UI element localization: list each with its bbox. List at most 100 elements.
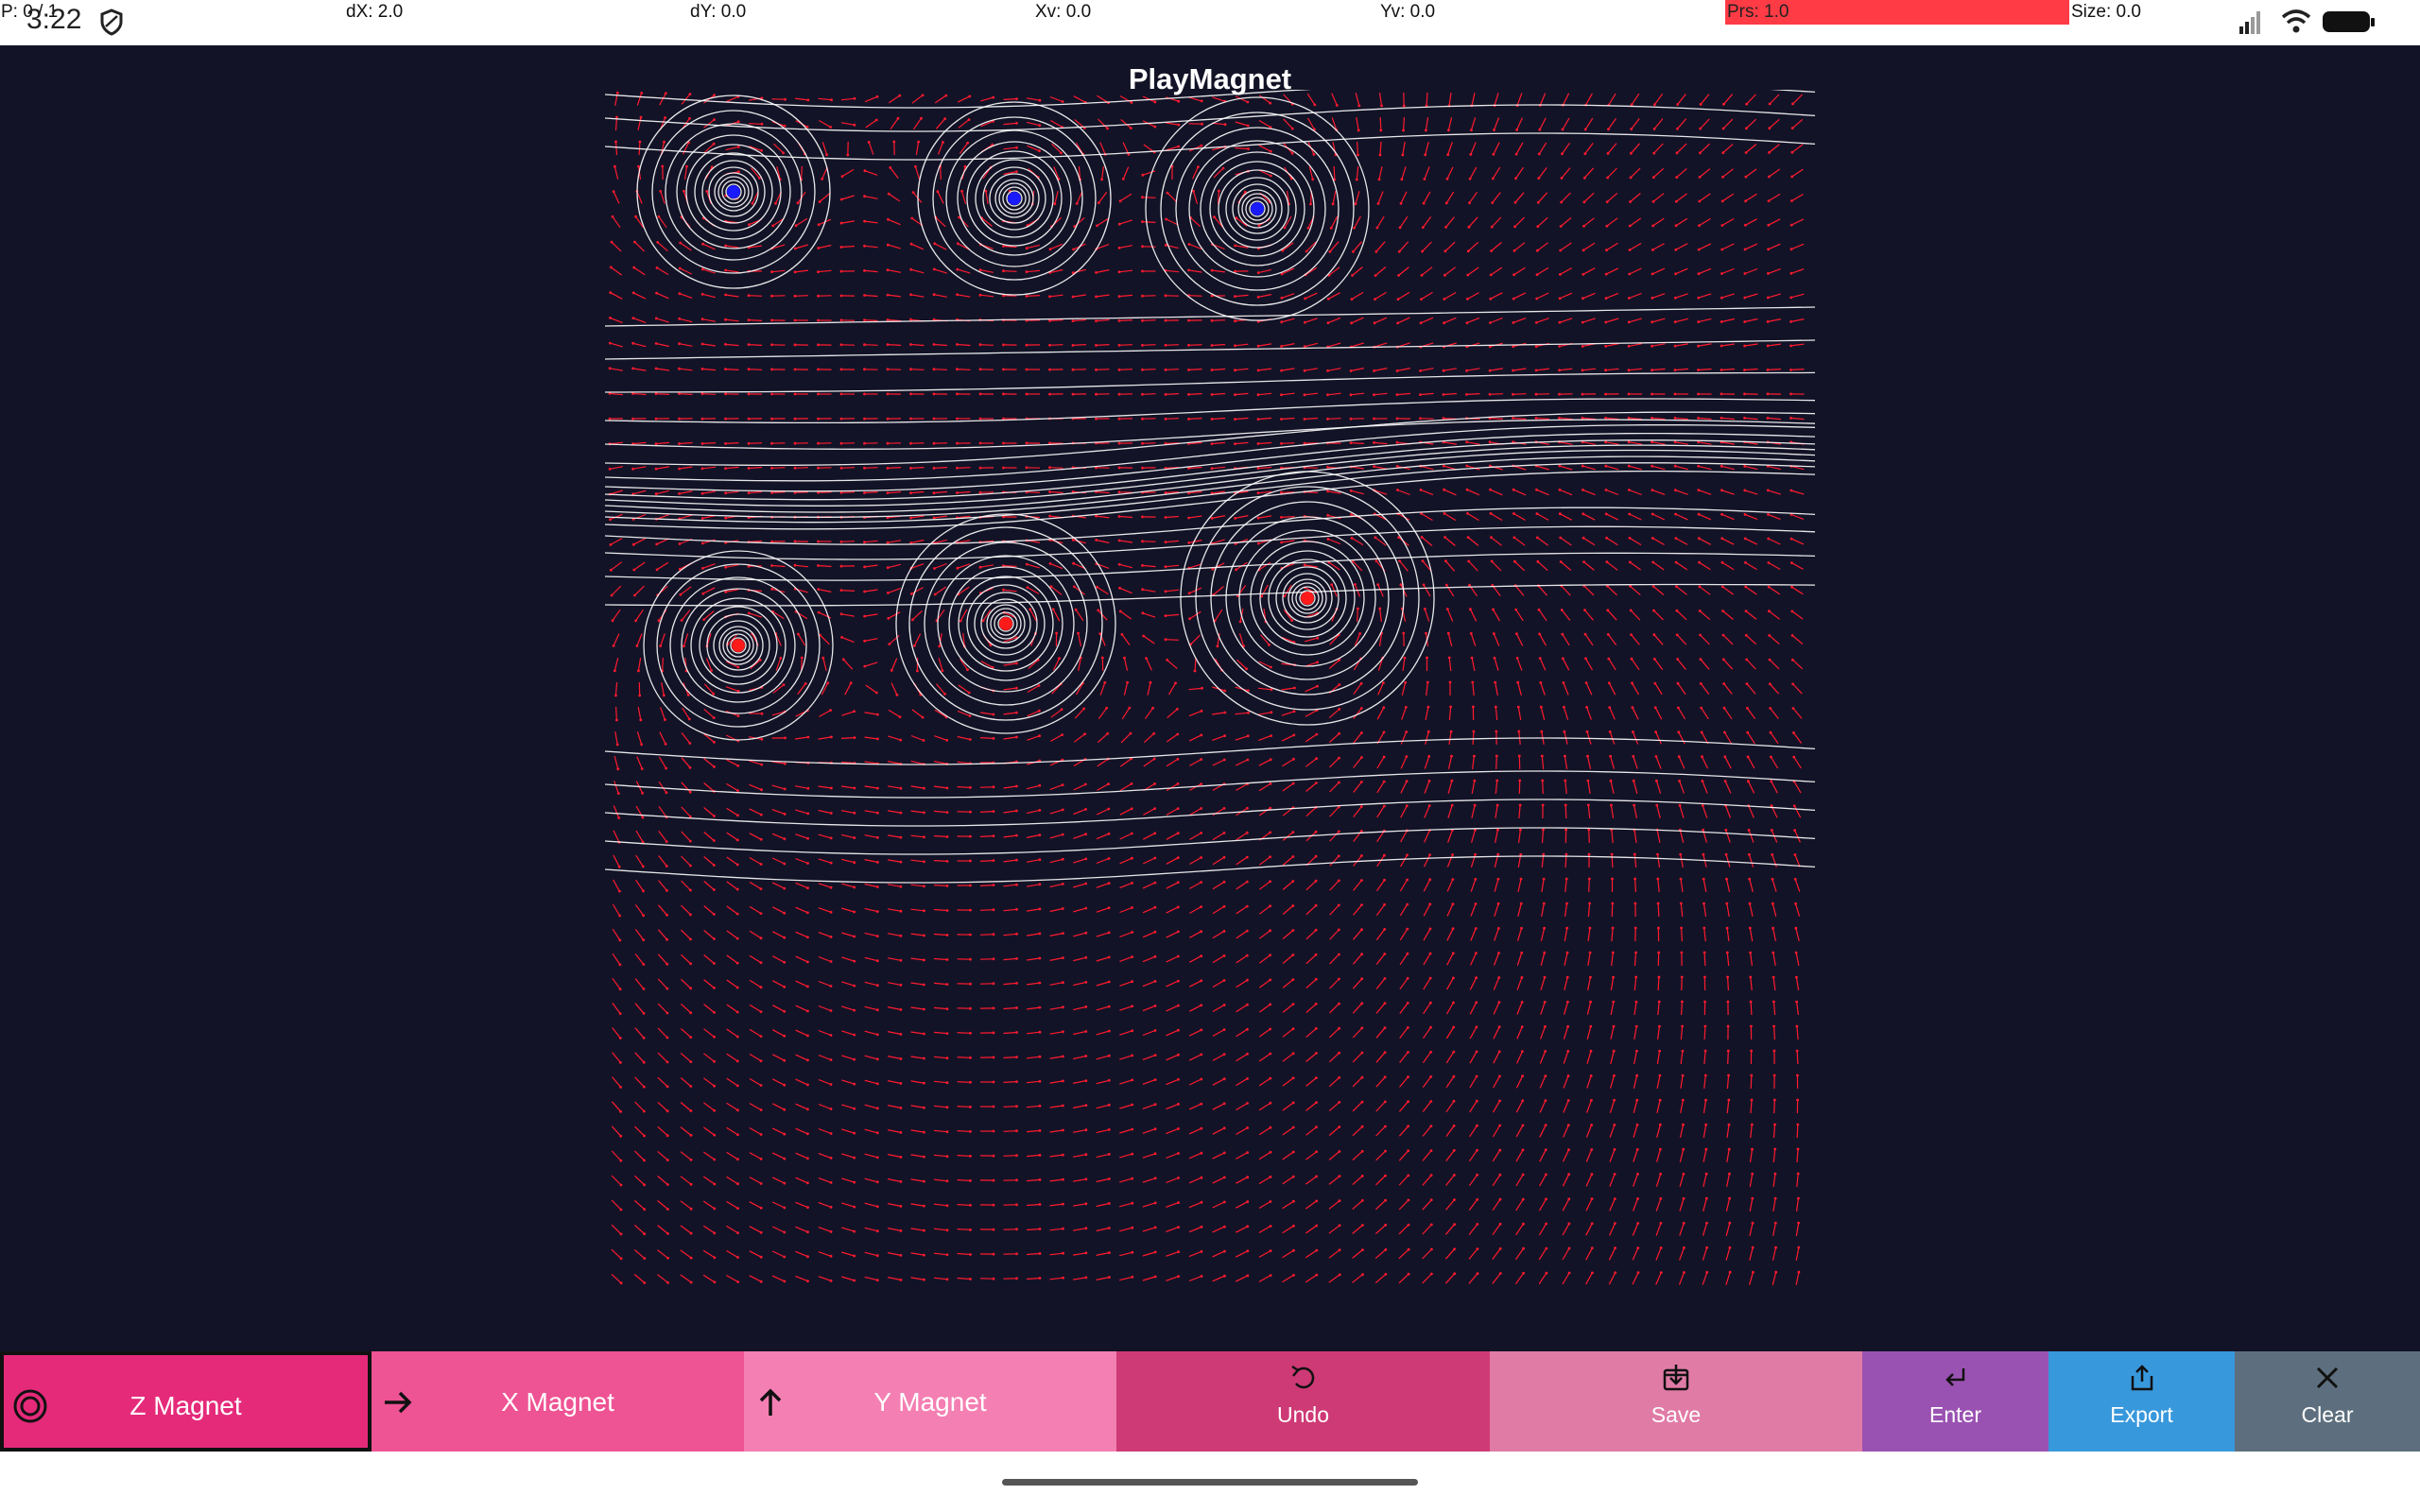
field-arrow-head	[1246, 124, 1250, 128]
field-arrow-head	[1634, 877, 1636, 881]
field-arrow	[1492, 1248, 1501, 1260]
field-arrow	[1166, 1227, 1179, 1232]
field-arrow-head	[1703, 902, 1705, 905]
field-arrow-head	[1726, 1049, 1730, 1053]
field-arrow-head	[759, 813, 763, 816]
field-arrow-head	[1698, 176, 1702, 179]
field-arrow	[658, 855, 667, 867]
field-arrow	[1236, 1053, 1248, 1062]
field-arrow-head	[817, 441, 820, 445]
field-arrow	[1655, 731, 1662, 745]
field-arrow	[841, 1079, 855, 1085]
field-arrow	[1073, 981, 1086, 987]
field-arrow	[1099, 142, 1106, 155]
field-arrow	[887, 1080, 902, 1084]
field-arrow	[1378, 93, 1383, 106]
field-arrow	[864, 294, 878, 298]
field-arrow	[1448, 706, 1452, 721]
field-arrow-head	[1077, 631, 1080, 635]
field-arrow	[1540, 1026, 1546, 1040]
field-arrow	[1515, 1174, 1524, 1187]
field-arrow-head	[688, 839, 692, 843]
field-arrow-head	[1428, 902, 1432, 906]
field-arrow-head	[1048, 466, 1051, 470]
field-arrow	[614, 681, 618, 696]
field-arrow-head	[1015, 735, 1018, 739]
field-arrow-head	[1245, 667, 1248, 671]
field-arrow	[1119, 1005, 1132, 1011]
field-arrow-head	[1632, 730, 1634, 733]
field-arrow	[1374, 266, 1387, 276]
field-arrow	[1772, 1198, 1776, 1211]
field-arrow	[795, 1250, 808, 1258]
field-arrow	[1772, 854, 1777, 868]
field-arrow-head	[724, 244, 727, 248]
field-arrow-head	[1015, 1129, 1018, 1133]
field-arrow-head	[1789, 537, 1793, 541]
field-arrow-head	[735, 1010, 739, 1014]
field-arrow	[868, 142, 874, 155]
field-arrow-head	[1581, 417, 1584, 420]
field-arrow-head	[1766, 320, 1770, 323]
field-arrow	[1212, 96, 1225, 102]
field-arrow-head	[1536, 249, 1539, 252]
field-arrow	[1305, 1249, 1318, 1259]
field-arrow-head	[1338, 1075, 1341, 1079]
field-arrow	[611, 1101, 622, 1112]
field-arrow	[1746, 708, 1756, 719]
field-arrow	[1493, 1051, 1500, 1064]
field-arrow-head	[1604, 464, 1608, 468]
field-arrow-head	[663, 140, 666, 144]
field-plot[interactable]	[605, 90, 1815, 1309]
field-arrow	[679, 514, 693, 520]
field-arrow-head	[618, 938, 622, 942]
field-arrow	[1491, 560, 1502, 572]
field-arrow-head	[1721, 175, 1724, 179]
field-arrow	[1767, 417, 1782, 421]
field-arrow	[888, 218, 901, 226]
field-arrow	[841, 785, 855, 789]
field-arrow-head	[1614, 1222, 1616, 1225]
field-arrow-head	[1290, 619, 1294, 622]
field-arrow	[1073, 883, 1086, 888]
field-arrow-head	[700, 368, 704, 370]
field-arrow-head	[713, 962, 716, 965]
field-arrow-head	[1634, 1000, 1638, 1004]
field-arrow	[1494, 903, 1499, 917]
field-arrow-head	[1210, 393, 1214, 396]
field-arrow-head	[713, 815, 716, 817]
field-arrow	[910, 957, 925, 961]
field-arrow-head	[1751, 1196, 1754, 1200]
field-arrow	[609, 368, 624, 371]
field-arrow-head	[1453, 1198, 1456, 1201]
field-arrow-head	[1357, 607, 1359, 610]
field-arrow-head	[1697, 537, 1701, 541]
field-arrow-head	[1315, 1150, 1318, 1154]
field-arrow	[634, 1003, 645, 1014]
field-arrow-head	[1428, 976, 1432, 980]
field-arrow	[1423, 879, 1431, 892]
field-arrow	[1282, 1176, 1294, 1185]
field-arrow	[726, 954, 738, 964]
field-arrow	[1261, 584, 1269, 597]
field-arrow-head	[1767, 175, 1771, 179]
field-arrow-head	[1015, 1252, 1018, 1256]
field-arrow-head	[886, 417, 890, 421]
field-arrow-head	[1097, 609, 1100, 612]
field-arrow-head	[1291, 1052, 1295, 1056]
field-arrow	[957, 761, 971, 765]
field-arrow	[1027, 982, 1040, 986]
field-arrow	[1468, 1199, 1478, 1211]
field-arrow-head	[1728, 1196, 1731, 1200]
field-arrow-head	[657, 619, 661, 623]
field-arrow-head	[643, 1134, 646, 1138]
field-arrow-head	[969, 1080, 972, 1084]
field-arrow-head	[1131, 1078, 1134, 1082]
field-arrow-head	[1338, 1248, 1341, 1252]
field-arrow	[1513, 242, 1526, 251]
field-arrow-head	[886, 491, 890, 494]
field-arrow-head	[863, 590, 866, 593]
field-arrow-head	[1015, 883, 1018, 886]
field-arrow	[1675, 513, 1688, 521]
field-arrow-head	[1473, 754, 1476, 758]
